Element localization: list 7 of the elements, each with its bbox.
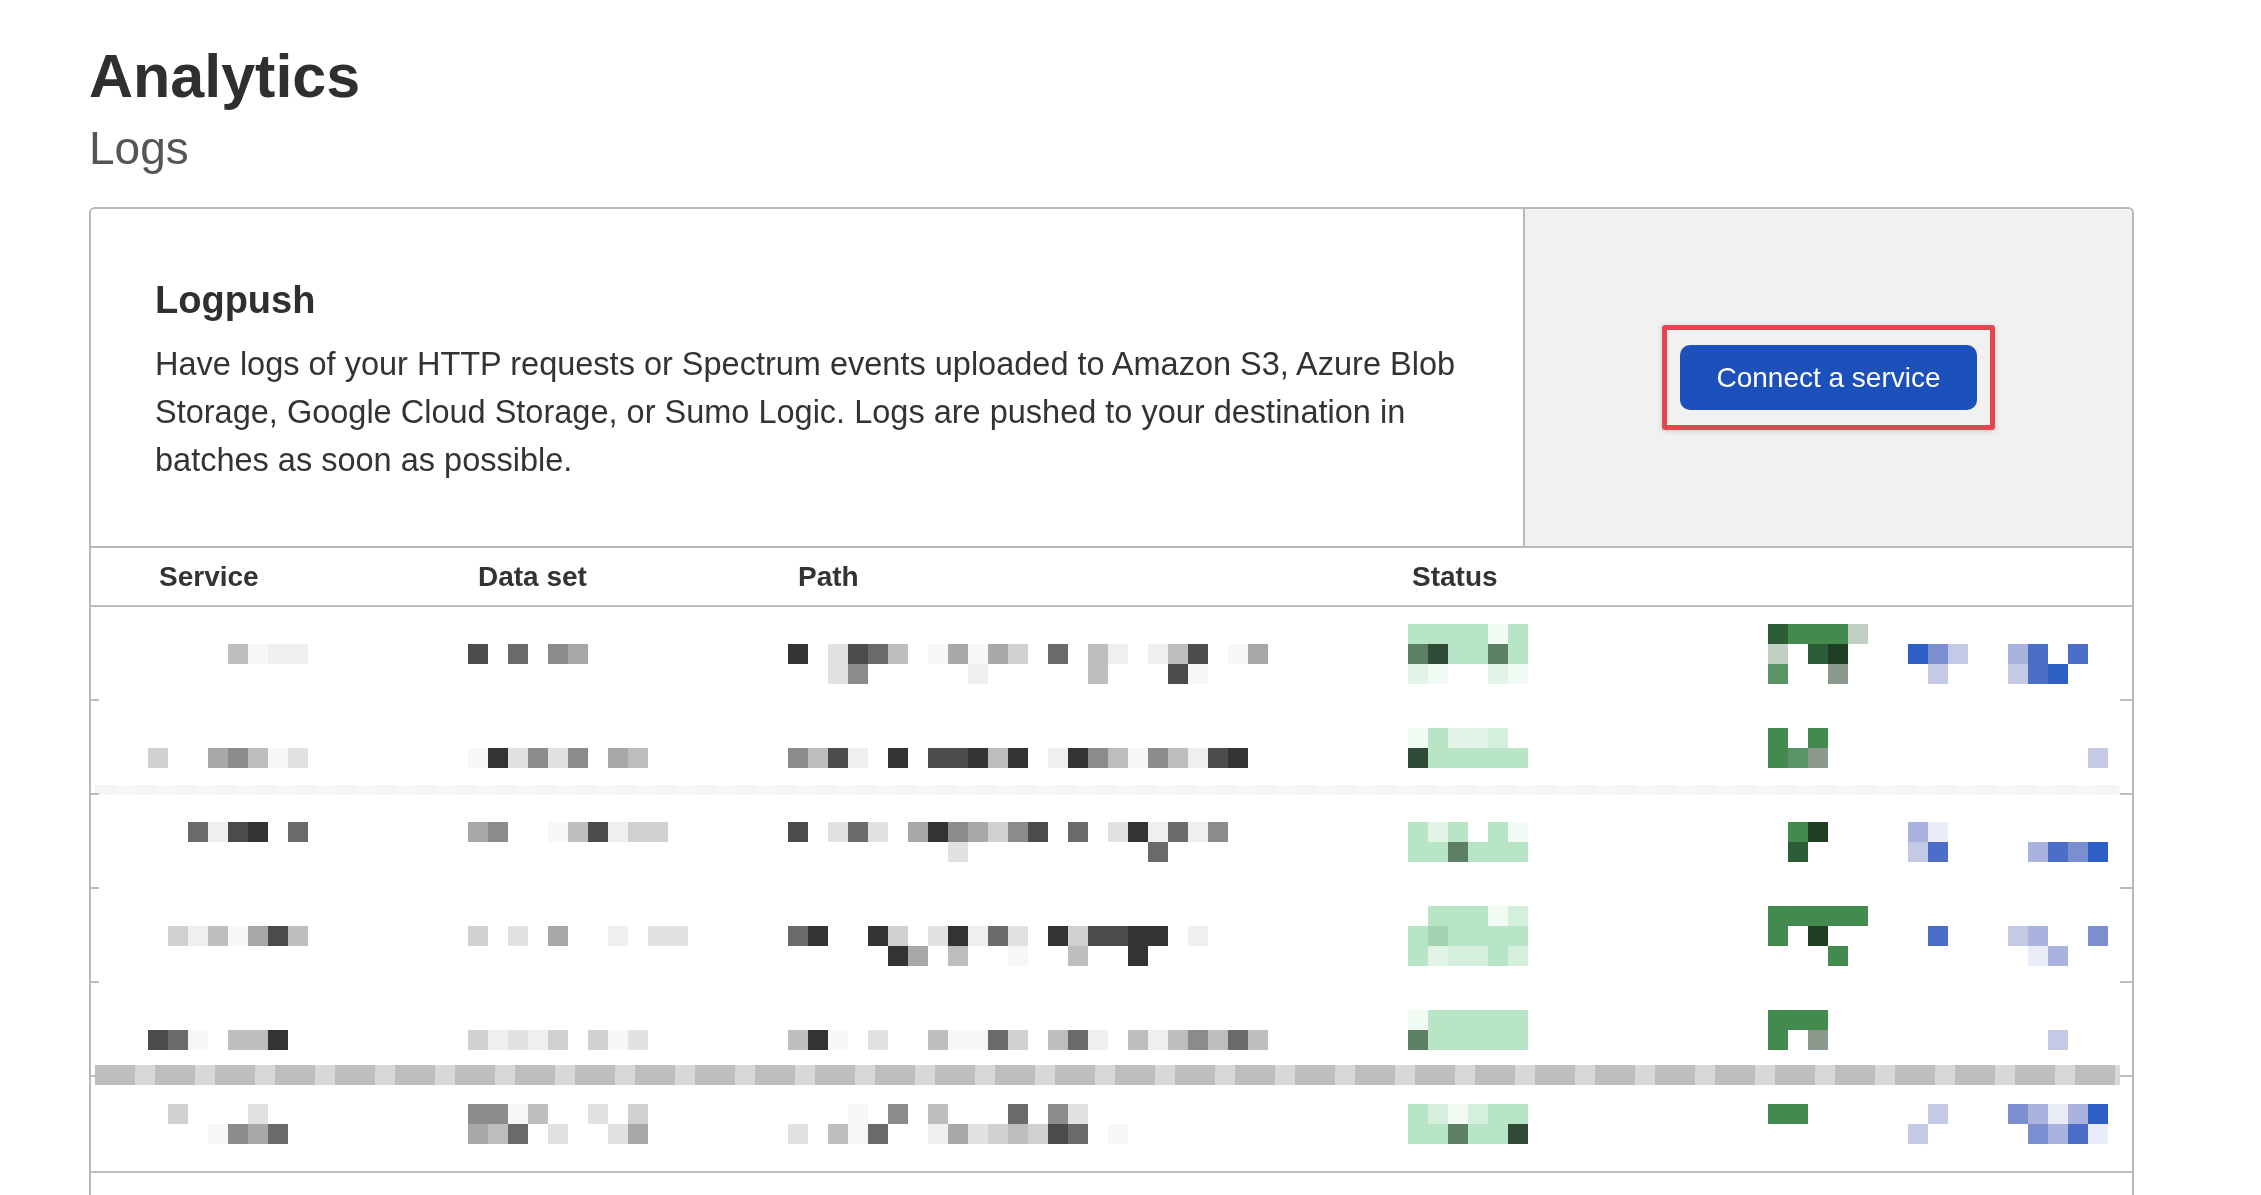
column-header: Path (798, 560, 859, 594)
section-title: Logpush (155, 281, 316, 319)
column-header: Service (159, 560, 259, 594)
section-description: Have logs of your HTTP requests or Spectrum events uploaded to Amazon S3, Azure Blob Storage, Google Cloud Storage, or Sumo Logic. Logs are pushed to your destination in batches as soon as possible. (155, 345, 1457, 480)
column-header: Status (1412, 560, 1498, 594)
connect-service-button[interactable]: Connect a service (1680, 345, 1977, 410)
column-header: Data set (478, 560, 587, 594)
